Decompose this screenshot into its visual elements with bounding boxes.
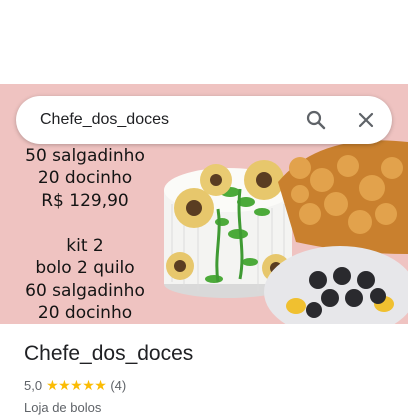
search-input[interactable] xyxy=(40,109,290,131)
search-icon xyxy=(306,110,326,130)
close-button[interactable] xyxy=(354,108,378,132)
rating-row[interactable]: 5,0 ★★★★★ (4) xyxy=(24,376,392,394)
place-info: Chefe_dos_doces 5,0 ★★★★★ (4) Loja de bo… xyxy=(24,340,392,415)
star-rating: ★★★★★ xyxy=(46,376,107,393)
rating-value: 5,0 xyxy=(24,377,43,393)
search-button[interactable] xyxy=(304,108,328,132)
review-count[interactable]: (4) xyxy=(110,378,126,393)
search-bar[interactable] xyxy=(16,96,392,144)
close-icon xyxy=(358,112,374,128)
place-title: Chefe_dos_doces xyxy=(24,342,194,365)
